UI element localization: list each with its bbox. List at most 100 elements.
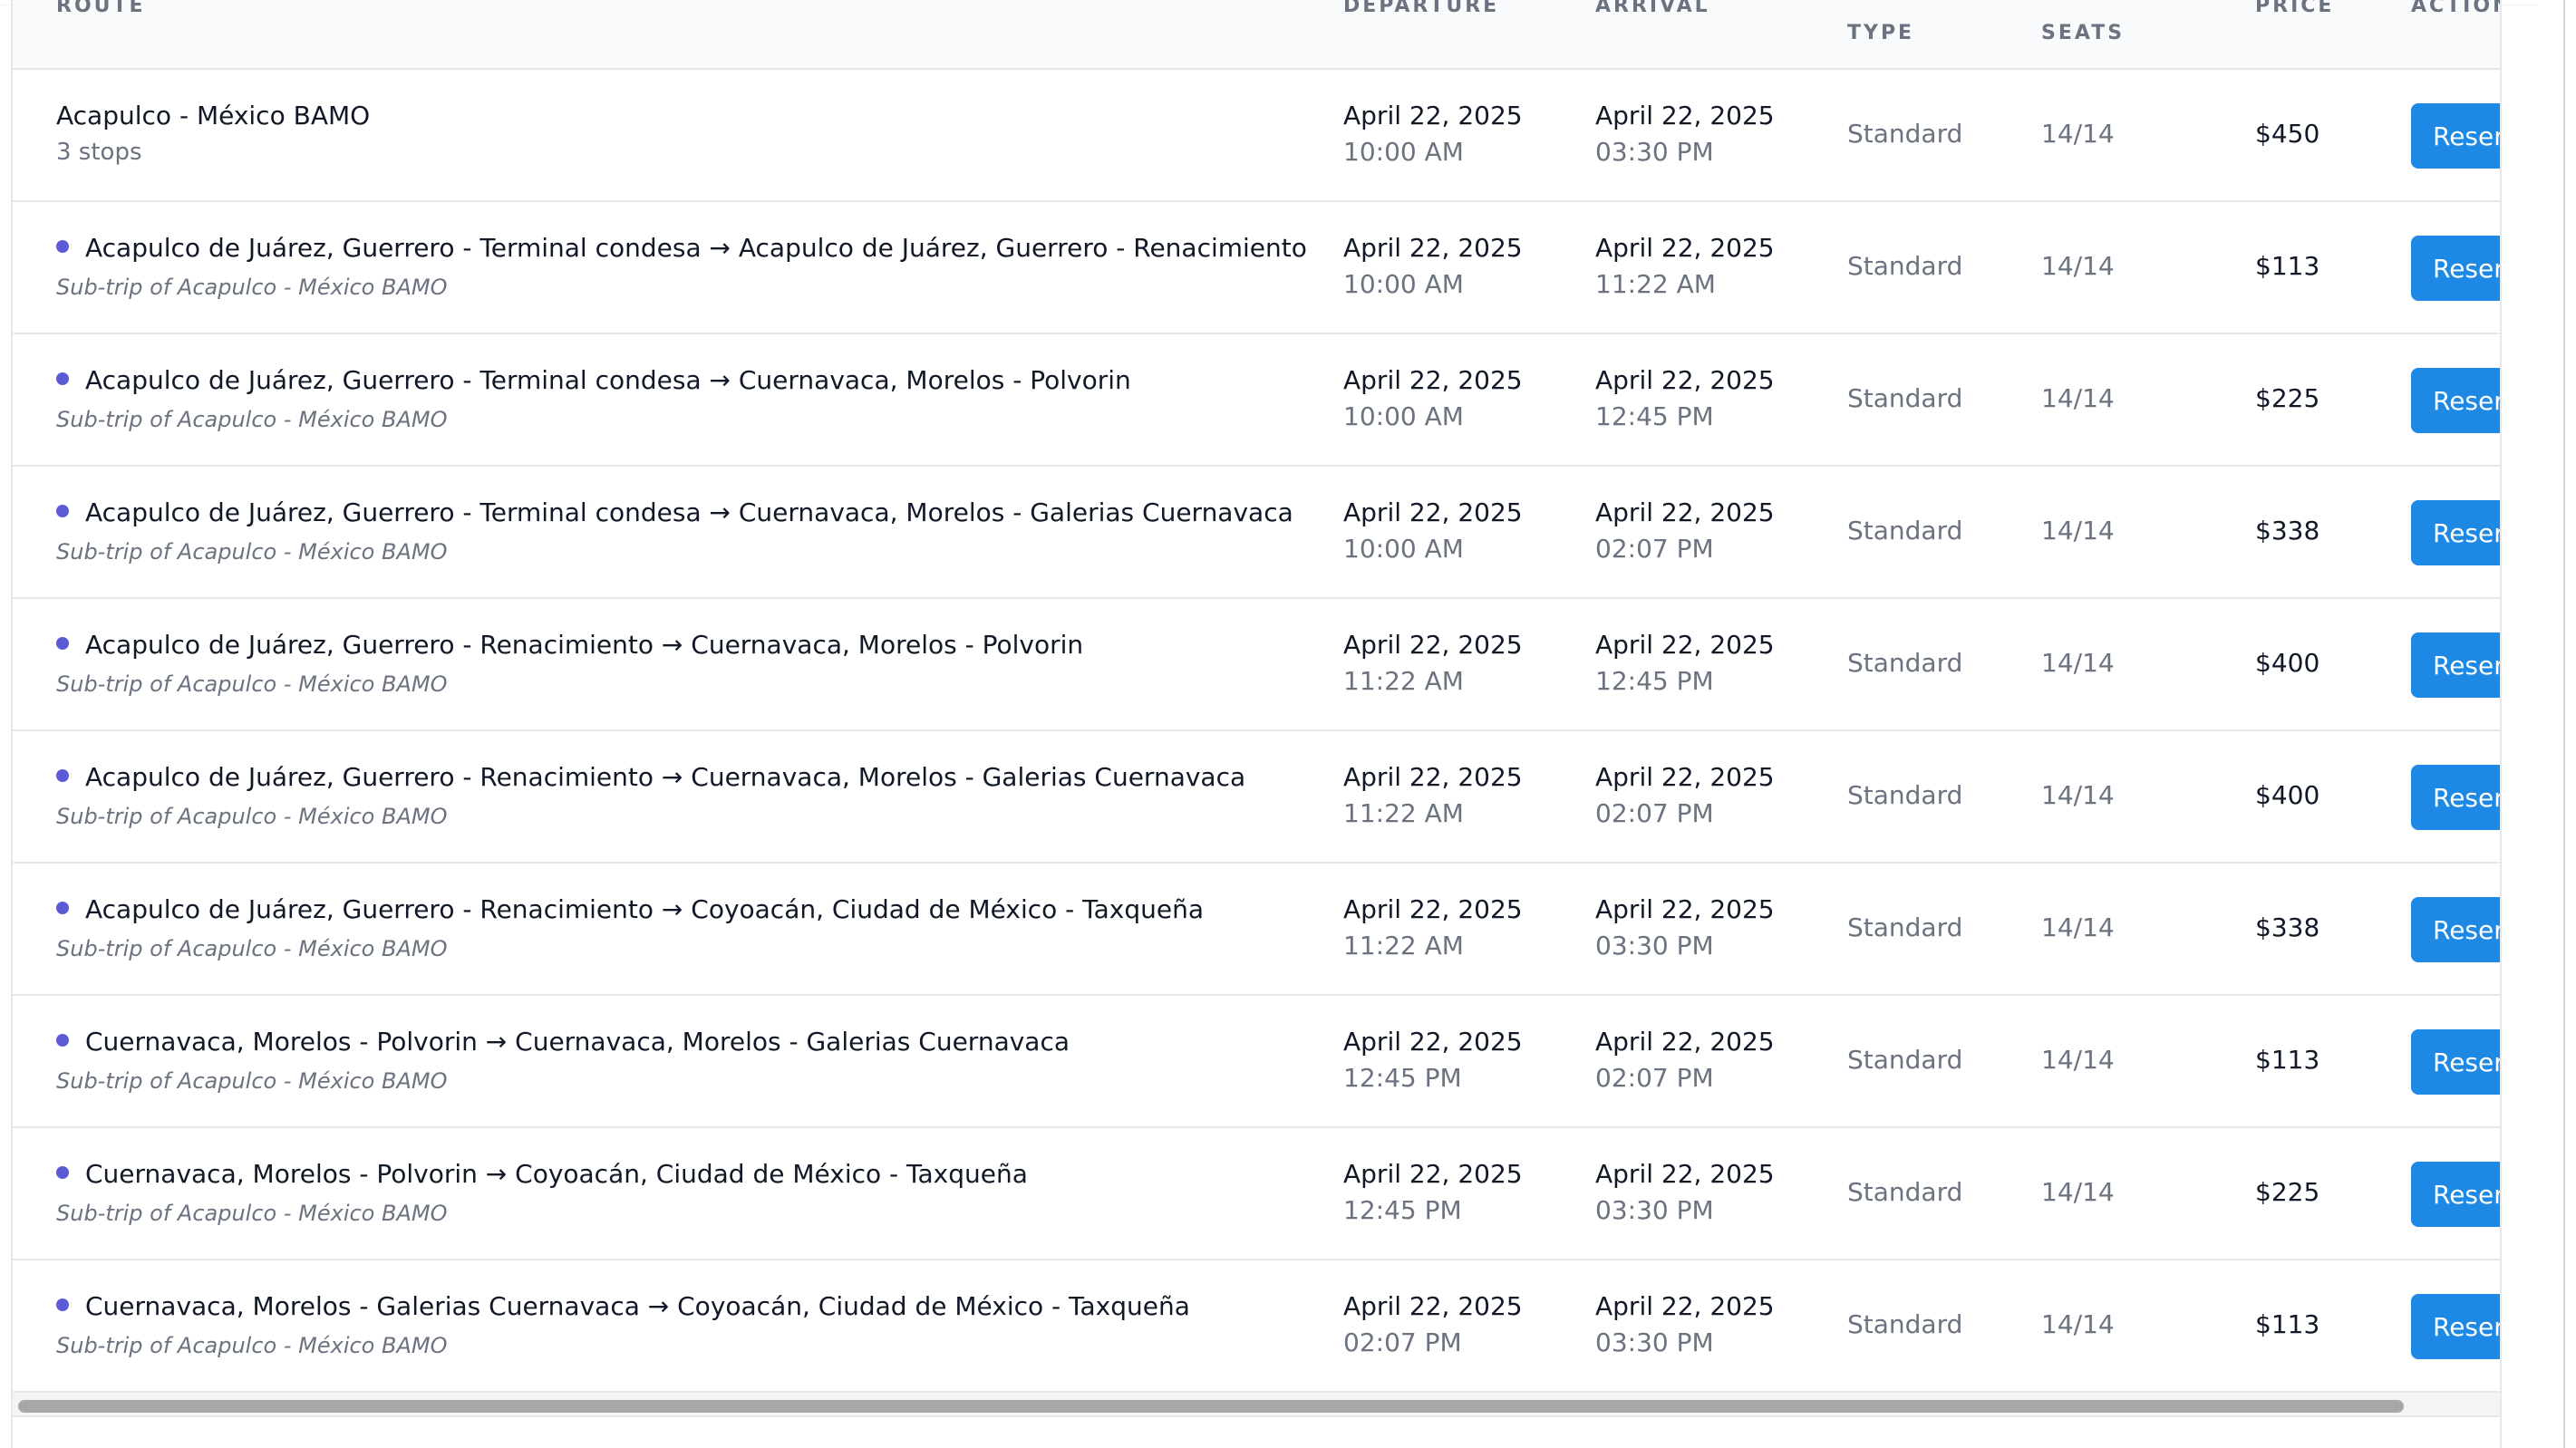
reserve-button[interactable]: Reserve bbox=[2411, 103, 2500, 169]
departure-date: April 22, 2025 bbox=[1343, 497, 1523, 527]
departure-date: April 22, 2025 bbox=[1343, 630, 1523, 660]
trip-price: $400 bbox=[2255, 780, 2320, 810]
arrival-date: April 22, 2025 bbox=[1595, 762, 1775, 792]
subtrip-note: Sub-trip of Acapulco - México BAMO bbox=[56, 936, 448, 961]
reserve-button[interactable]: Reserve bbox=[2411, 1162, 2500, 1227]
reserve-button[interactable]: Reserve bbox=[2411, 765, 2500, 830]
table-row[interactable]: Acapulco de Juárez, Guerrero - Renacimie… bbox=[13, 599, 2500, 731]
trip-price: $113 bbox=[2255, 1045, 2320, 1075]
horizontal-scrollbar[interactable] bbox=[13, 1392, 2500, 1415]
header-price[interactable]: Price bbox=[2255, 0, 2334, 17]
subtrip-route-label: Acapulco de Juárez, Guerrero - Renacimie… bbox=[85, 762, 1246, 792]
trip-price: $113 bbox=[2255, 251, 2320, 281]
table-row[interactable]: Acapulco de Juárez, Guerrero - Terminal … bbox=[13, 202, 2500, 334]
table-row[interactable]: Cuernavaca, Morelos - Polvorin → Coyoacá… bbox=[13, 1128, 2500, 1260]
reserve-button[interactable]: Reserve bbox=[2411, 1029, 2500, 1095]
subtrip-dot-icon bbox=[56, 240, 69, 253]
seats-available: 14/14 bbox=[2041, 516, 2115, 545]
table-row-main-trip[interactable]: Acapulco - México BAMO 3 stops April 22,… bbox=[13, 70, 2500, 202]
header-arrival[interactable]: Arrival bbox=[1595, 0, 1710, 17]
reserve-button[interactable]: Reserve bbox=[2411, 368, 2500, 433]
table-row[interactable]: Cuernavaca, Morelos - Galerias Cuernavac… bbox=[13, 1260, 2500, 1393]
trip-type: Standard bbox=[1847, 251, 1963, 281]
departure-time: 11:22 AM bbox=[1343, 666, 1464, 696]
vertical-scrollbar-thumb[interactable] bbox=[2563, 0, 2572, 1448]
vertical-scrollbar[interactable] bbox=[2538, 0, 2576, 1448]
reserve-button[interactable]: Reserve bbox=[2411, 632, 2500, 698]
departure-time: 02:07 PM bbox=[1343, 1327, 1462, 1357]
header-departure[interactable]: Departure bbox=[1343, 0, 1499, 17]
subtrip-dot-icon bbox=[56, 1034, 69, 1047]
arrival-time: 11:22 AM bbox=[1595, 269, 1716, 299]
departure-time: 10:00 AM bbox=[1343, 269, 1464, 299]
reserve-button[interactable]: Reserve bbox=[2411, 1294, 2500, 1359]
arrival-date: April 22, 2025 bbox=[1595, 233, 1775, 263]
reserve-button[interactable]: Reserve bbox=[2411, 500, 2500, 565]
subtrip-route: Acapulco de Juárez, Guerrero - Renacimie… bbox=[56, 894, 1204, 924]
subtrip-dot-icon bbox=[56, 902, 69, 914]
subtrip-route: Acapulco de Juárez, Guerrero - Terminal … bbox=[56, 365, 1131, 395]
header-seats[interactable]: Seats bbox=[2041, 22, 2125, 44]
subtrip-route: Acapulco de Juárez, Guerrero - Renacimie… bbox=[56, 630, 1083, 660]
arrival-time: 03:30 PM bbox=[1595, 137, 1714, 167]
trip-price: $450 bbox=[2255, 119, 2320, 149]
arrival-time: 03:30 PM bbox=[1595, 931, 1714, 961]
subtrip-dot-icon bbox=[56, 1298, 69, 1311]
main-trip-stops: 3 stops bbox=[56, 139, 142, 166]
departure-date: April 22, 2025 bbox=[1343, 101, 1523, 130]
trip-type: Standard bbox=[1847, 1177, 1963, 1207]
trip-type: Standard bbox=[1847, 648, 1963, 678]
subtrip-route-label: Acapulco de Juárez, Guerrero - Renacimie… bbox=[85, 894, 1205, 924]
subtrip-note: Sub-trip of Acapulco - México BAMO bbox=[56, 1068, 448, 1094]
seats-available: 14/14 bbox=[2041, 1309, 2115, 1339]
subtrip-dot-icon bbox=[56, 769, 69, 782]
subtrip-route-label: Acapulco de Juárez, Guerrero - Renacimie… bbox=[85, 630, 1084, 660]
subtrip-note: Sub-trip of Acapulco - México BAMO bbox=[56, 1333, 448, 1358]
subtrip-route: Cuernavaca, Morelos - Polvorin → Cuernav… bbox=[56, 1027, 1070, 1057]
seats-available: 14/14 bbox=[2041, 119, 2115, 149]
seats-available: 14/14 bbox=[2041, 1045, 2115, 1075]
table-footer bbox=[13, 1415, 2500, 1448]
arrival-time: 12:45 PM bbox=[1595, 401, 1714, 431]
subtrip-route-label: Acapulco de Juárez, Guerrero - Terminal … bbox=[85, 233, 1307, 263]
table-row[interactable]: Cuernavaca, Morelos - Polvorin → Cuernav… bbox=[13, 996, 2500, 1128]
arrival-date: April 22, 2025 bbox=[1595, 894, 1775, 924]
arrival-time: 02:07 PM bbox=[1595, 798, 1714, 828]
main-trip-route: Acapulco - México BAMO bbox=[56, 101, 371, 130]
subtrip-dot-icon bbox=[56, 1166, 69, 1179]
trips-table: Route Departure Arrival Type Seats Price… bbox=[11, 0, 2502, 1448]
table-row[interactable]: Acapulco de Juárez, Guerrero - Renacimie… bbox=[13, 731, 2500, 864]
header-type[interactable]: Type bbox=[1847, 22, 1914, 44]
departure-date: April 22, 2025 bbox=[1343, 762, 1523, 792]
arrival-date: April 22, 2025 bbox=[1595, 1159, 1775, 1189]
subtrip-dot-icon bbox=[56, 637, 69, 650]
arrival-time: 02:07 PM bbox=[1595, 1063, 1714, 1093]
subtrip-route-label: Acapulco de Juárez, Guerrero - Terminal … bbox=[85, 497, 1293, 527]
subtrip-note: Sub-trip of Acapulco - México BAMO bbox=[56, 407, 448, 432]
trip-type: Standard bbox=[1847, 119, 1963, 149]
table-row[interactable]: Acapulco de Juárez, Guerrero - Terminal … bbox=[13, 467, 2500, 599]
departure-time: 10:00 AM bbox=[1343, 534, 1464, 564]
table-row[interactable]: Acapulco de Juárez, Guerrero - Terminal … bbox=[13, 334, 2500, 467]
departure-time: 11:22 AM bbox=[1343, 798, 1464, 828]
trip-price: $225 bbox=[2255, 1177, 2320, 1207]
table-row[interactable]: Acapulco de Juárez, Guerrero - Renacimie… bbox=[13, 864, 2500, 996]
subtrip-route: Cuernavaca, Morelos - Polvorin → Coyoacá… bbox=[56, 1159, 1028, 1189]
seats-available: 14/14 bbox=[2041, 912, 2115, 942]
subtrip-route: Cuernavaca, Morelos - Galerias Cuernavac… bbox=[56, 1291, 1190, 1321]
horizontal-scrollbar-thumb[interactable] bbox=[18, 1400, 2404, 1413]
departure-date: April 22, 2025 bbox=[1343, 1159, 1523, 1189]
departure-time: 12:45 PM bbox=[1343, 1195, 1462, 1225]
arrival-date: April 22, 2025 bbox=[1595, 101, 1775, 130]
departure-time: 10:00 AM bbox=[1343, 401, 1464, 431]
reserve-button[interactable]: Reserve bbox=[2411, 236, 2500, 301]
reserve-button[interactable]: Reserve bbox=[2411, 897, 2500, 962]
seats-available: 14/14 bbox=[2041, 383, 2115, 413]
subtrip-note: Sub-trip of Acapulco - México BAMO bbox=[56, 1201, 448, 1226]
departure-date: April 22, 2025 bbox=[1343, 233, 1523, 263]
departure-date: April 22, 2025 bbox=[1343, 365, 1523, 395]
header-route[interactable]: Route bbox=[56, 0, 146, 17]
trip-price: $338 bbox=[2255, 912, 2320, 942]
subtrip-route: Acapulco de Juárez, Guerrero - Terminal … bbox=[56, 233, 1307, 263]
subtrip-route-label: Acapulco de Juárez, Guerrero - Terminal … bbox=[85, 365, 1131, 395]
